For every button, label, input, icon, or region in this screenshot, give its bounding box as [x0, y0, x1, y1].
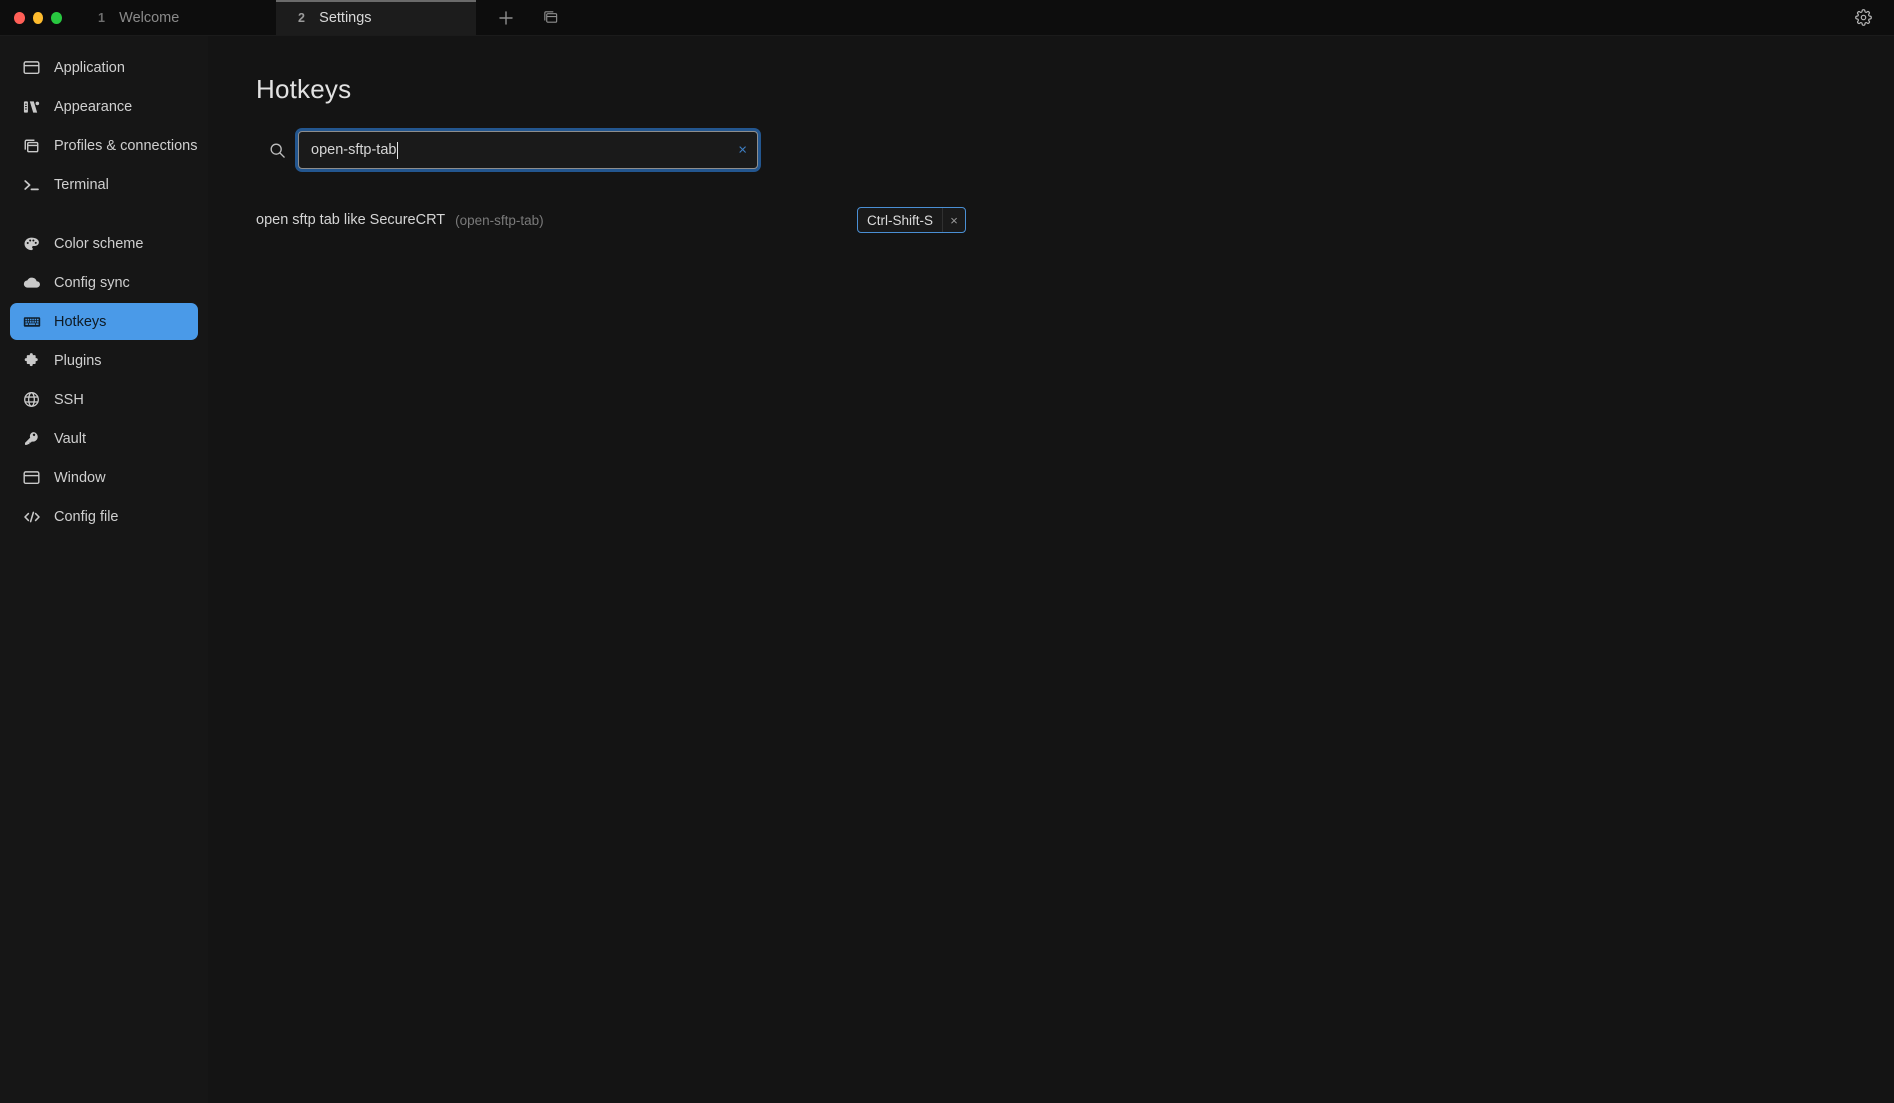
sidebar-divider [0, 204, 208, 224]
settings-sidebar: Application Appearance Profiles & connec… [0, 36, 208, 1103]
close-window-button[interactable] [14, 11, 25, 24]
hotkey-chips: Ctrl-Shift-S × [857, 207, 967, 233]
puzzle-icon [22, 351, 41, 370]
titlebar-right [1846, 0, 1894, 35]
hotkey-id: (open-sftp-tab) [455, 212, 544, 228]
titlebar: 1 Welcome 2 Settings [0, 0, 1894, 36]
window-controls [0, 0, 76, 35]
sidebar-item-profiles-connections[interactable]: Profiles & connections [10, 127, 198, 164]
hotkey-row: open sftp tab like SecureCRT (open-sftp-… [256, 203, 1894, 237]
sidebar-item-label: SSH [54, 391, 84, 408]
sidebar-item-label: Config file [54, 508, 119, 525]
search-input-value: open-sftp-tab [311, 142, 397, 158]
sidebar-item-label: Application [54, 59, 125, 76]
window-icon [22, 468, 41, 487]
app-window: 1 Welcome 2 Settings Application Appeara… [0, 0, 1894, 1103]
page-title: Hotkeys [256, 74, 352, 104]
tab-strip: 1 Welcome 2 Settings [76, 0, 570, 35]
hotkey-list: open sftp tab like SecureCRT (open-sftp-… [256, 203, 1894, 237]
sidebar-item-vault[interactable]: Vault [10, 420, 198, 457]
sidebar-item-terminal[interactable]: Terminal [10, 166, 198, 203]
settings-content: Hotkeys open-sftp-tab × open sftp tab li… [208, 36, 1894, 1103]
body: Application Appearance Profiles & connec… [0, 36, 1894, 1103]
hotkey-chip[interactable]: Ctrl-Shift-S × [857, 207, 967, 233]
sidebar-group-settings: Color scheme Config sync Hotkeys Plugins… [0, 224, 208, 536]
cloud-icon [22, 273, 41, 292]
sidebar-item-label: Config sync [54, 274, 130, 291]
sidebar-item-application[interactable]: Application [10, 49, 198, 86]
windows-stack-icon[interactable] [530, 0, 570, 36]
sidebar-item-window[interactable]: Window [10, 459, 198, 496]
sidebar-item-ssh[interactable]: SSH [10, 381, 198, 418]
sidebar-item-label: Vault [54, 430, 86, 447]
sidebar-item-label: Window [54, 469, 106, 486]
sidebar-item-label: Color scheme [54, 235, 144, 252]
tab-label: Settings [319, 9, 372, 26]
sidebar-item-label: Plugins [54, 352, 102, 369]
sidebar-item-label: Terminal [54, 176, 109, 193]
tabbar-actions [476, 0, 570, 35]
minimize-window-button[interactable] [32, 11, 44, 24]
hotkey-name: open sftp tab like SecureCRT [256, 212, 446, 228]
sidebar-item-config-sync[interactable]: Config sync [10, 264, 198, 301]
gear-icon[interactable] [1846, 1, 1880, 35]
sidebar-group-general: Application Appearance Profiles & connec… [0, 48, 208, 204]
tab-index: 2 [298, 10, 306, 25]
sidebar-item-appearance[interactable]: Appearance [10, 88, 198, 125]
sidebar-item-label: Profiles & connections [54, 137, 198, 154]
sidebar-item-color-scheme[interactable]: Color scheme [10, 225, 198, 262]
search-input[interactable]: open-sftp-tab × [298, 131, 758, 169]
hotkey-search-row: open-sftp-tab × [256, 131, 1894, 169]
tab-index: 1 [98, 10, 106, 25]
tab-settings[interactable]: 2 Settings [276, 0, 476, 35]
copy-stack-icon [22, 136, 41, 155]
tab-label: Welcome [119, 9, 180, 26]
globe-icon [22, 390, 41, 409]
keyboard-icon [22, 312, 41, 331]
code-icon [22, 507, 41, 526]
palette-icon [22, 234, 41, 253]
maximize-window-button[interactable] [51, 11, 63, 24]
sidebar-item-plugins[interactable]: Plugins [10, 342, 198, 379]
sidebar-item-config-file[interactable]: Config file [10, 498, 198, 535]
hotkey-chip-label: Ctrl-Shift-S [858, 208, 944, 232]
new-tab-button[interactable] [486, 0, 526, 36]
key-icon [22, 429, 41, 448]
terminal-prompt-icon [22, 175, 41, 194]
search-icon [256, 131, 298, 169]
sidebar-item-label: Appearance [54, 98, 133, 115]
sidebar-item-label: Hotkeys [54, 313, 107, 330]
clear-icon[interactable]: × [738, 143, 747, 158]
palette-sliders-icon [22, 97, 41, 116]
sidebar-item-hotkeys[interactable]: Hotkeys [10, 303, 198, 340]
tab-welcome[interactable]: 1 Welcome [76, 0, 276, 35]
window-icon [22, 58, 41, 77]
hotkey-chip-remove-icon[interactable]: × [943, 208, 965, 232]
text-caret [397, 141, 399, 159]
